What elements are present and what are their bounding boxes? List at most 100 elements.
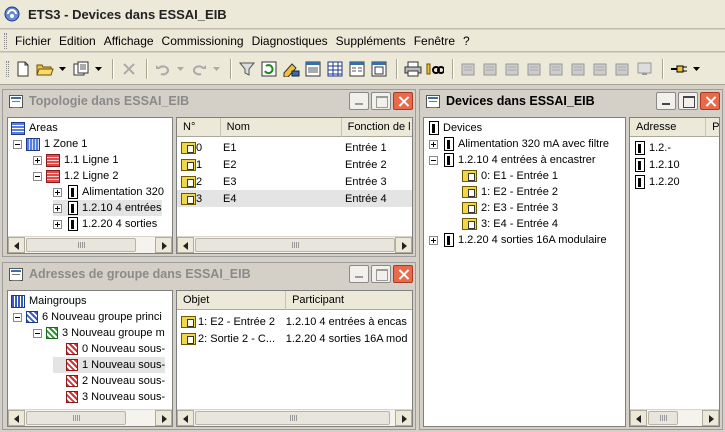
open-dropdown-icon[interactable] (57, 59, 67, 79)
undo-dropdown-icon[interactable] (175, 59, 185, 79)
column-header-p[interactable]: P (706, 118, 719, 137)
horizontal-scrollbar[interactable] (177, 409, 412, 426)
find-icon[interactable] (425, 59, 445, 79)
tree-item-sub-group-selected[interactable]: 1 Nouveau sous- (53, 357, 166, 373)
properties-icon[interactable] (303, 59, 323, 79)
list-view-icon[interactable] (347, 59, 367, 79)
tree-item-device[interactable]: 1.2.20 4 sorties (53, 216, 157, 232)
column-header-participant[interactable]: Participant (286, 291, 412, 310)
table-view-icon[interactable] (325, 59, 345, 79)
column-header-number[interactable]: N° (177, 118, 221, 137)
objects-list[interactable]: N° Nom Fonction de l 0 E1 Entrée 1 1 E2 Entr… (176, 117, 413, 254)
column-header-objet[interactable]: Objet (177, 291, 287, 310)
close-button[interactable] (700, 92, 720, 110)
tree-item-areas[interactable]: Areas (11, 120, 58, 136)
tree-item-devices[interactable]: Devices (427, 120, 482, 136)
tree-item-object[interactable]: 1: E2 - Entrée 2 (462, 184, 558, 200)
tree-item-main-group[interactable]: 6 Nouveau groupe princi (13, 309, 162, 325)
reset-device-icon[interactable] (569, 59, 589, 79)
scroll-right-button[interactable] (155, 410, 172, 426)
scroll-right-button[interactable] (155, 237, 172, 253)
expand-icon[interactable] (429, 139, 438, 149)
devices-window-header[interactable]: Devices dans ESSAI_EIB (420, 90, 722, 112)
devices-address-list[interactable]: Adresse P 1.2.- 1.2.10 1.2.20 (629, 117, 720, 427)
collapse-icon[interactable] (33, 171, 42, 181)
scroll-thumb[interactable] (195, 238, 395, 252)
scroll-thumb[interactable] (26, 411, 126, 425)
menu-fichier[interactable]: Fichier (11, 34, 55, 48)
table-row-selected[interactable]: 3 E4 Entrée 4 (177, 190, 412, 207)
scroll-left-button[interactable] (630, 410, 647, 426)
menu-commissioning[interactable]: Commissioning (158, 34, 248, 48)
tree-item-sub-group[interactable]: 3 Nouveau sous- (53, 389, 165, 405)
device-info-icon[interactable] (591, 59, 611, 79)
tree-item-middle-group[interactable]: 3 Nouveau groupe m (33, 325, 165, 341)
bus-connection-dropdown-icon[interactable] (691, 59, 701, 79)
open-icon[interactable] (35, 59, 55, 79)
edit-parameters-icon[interactable] (281, 59, 301, 79)
minimize-button[interactable] (656, 92, 676, 110)
topology-window[interactable]: Topologie dans ESSAI_EIB Areas 1 Zone 1 … (2, 89, 416, 257)
collapse-icon[interactable] (429, 155, 438, 165)
collapse-icon[interactable] (13, 139, 22, 149)
maximize-button[interactable] (371, 92, 391, 110)
catalog-icon[interactable] (71, 59, 91, 79)
table-row[interactable]: 0 E1 Entrée 1 (177, 139, 412, 156)
minimize-button[interactable] (349, 265, 369, 283)
horizontal-scrollbar[interactable] (630, 409, 719, 426)
topology-tree[interactable]: Areas 1 Zone 1 1.1 Ligne 1 1.2 Ligne 2 A… (7, 117, 173, 254)
catalog-dropdown-icon[interactable] (93, 59, 103, 79)
program-address-icon[interactable] (481, 59, 501, 79)
group-addresses-window-header[interactable]: Adresses de groupe dans ESSAI_EIB (3, 263, 415, 285)
horizontal-scrollbar[interactable] (177, 236, 412, 253)
group-tree[interactable]: Maingroups 6 Nouveau groupe princi 3 Nou… (7, 290, 173, 427)
scroll-left-button[interactable] (177, 237, 194, 253)
tree-item-device[interactable]: Alimentation 320 (53, 184, 164, 200)
tree-item-maingroups[interactable]: Maingroups (11, 293, 86, 309)
maximize-button[interactable] (678, 92, 698, 110)
tree-item-zone-1[interactable]: 1 Zone 1 (13, 136, 87, 152)
scroll-right-button[interactable] (702, 410, 719, 426)
refresh-icon[interactable] (259, 59, 279, 79)
column-header-adresse[interactable]: Adresse (630, 118, 707, 137)
scroll-thumb[interactable] (26, 238, 136, 252)
devices-window[interactable]: Devices dans ESSAI_EIB Devices Alimentat… (419, 89, 723, 430)
toolbar-grip[interactable] (6, 60, 9, 77)
tree-item-device[interactable]: 1.2.10 4 entrées à encastrer (429, 152, 596, 168)
monitor-icon[interactable] (635, 59, 655, 79)
program-partial-icon[interactable] (525, 59, 545, 79)
horizontal-scrollbar[interactable] (8, 236, 172, 253)
column-header-fonction[interactable]: Fonction de l (342, 118, 412, 137)
maximize-button[interactable] (371, 265, 391, 283)
menu-diagnostiques[interactable]: Diagnostiques (248, 34, 332, 48)
expand-icon[interactable] (429, 235, 438, 245)
minimize-button[interactable] (349, 92, 369, 110)
list-item[interactable]: 1.2.- (630, 139, 719, 156)
delete-icon[interactable] (119, 59, 139, 79)
scroll-right-button[interactable] (395, 237, 412, 253)
tree-item-sub-group[interactable]: 0 Nouveau sous- (53, 341, 165, 357)
close-button[interactable] (393, 92, 413, 110)
window-view-icon[interactable] (369, 59, 389, 79)
tree-item-device-selected[interactable]: 1.2.10 4 entrées (53, 200, 162, 216)
expand-icon[interactable] (33, 155, 42, 165)
collapse-icon[interactable] (13, 312, 22, 322)
unload-device-icon[interactable] (547, 59, 567, 79)
tree-item-object[interactable]: 0: E1 - Entrée 1 (462, 168, 558, 184)
scroll-left-button[interactable] (8, 410, 25, 426)
menu-supplements[interactable]: Suppléments (332, 34, 410, 48)
menu-help[interactable]: ? (459, 34, 474, 48)
collapse-icon[interactable] (33, 328, 42, 338)
scroll-thumb[interactable] (648, 411, 678, 425)
scroll-left-button[interactable] (8, 237, 25, 253)
list-item[interactable]: 1.2.20 (630, 173, 719, 190)
column-header-nom[interactable]: Nom (221, 118, 342, 137)
tree-item-ligne-1[interactable]: 1.1 Ligne 1 (33, 152, 118, 168)
redo-icon[interactable] (189, 59, 209, 79)
tree-item-object[interactable]: 3: E4 - Entrée 4 (462, 216, 558, 232)
bus-connection-icon[interactable] (669, 59, 689, 79)
new-icon[interactable] (13, 59, 33, 79)
topology-window-header[interactable]: Topologie dans ESSAI_EIB (3, 90, 415, 112)
list-item[interactable]: 1.2.10 (630, 156, 719, 173)
table-row[interactable]: 1 E2 Entrée 2 (177, 156, 412, 173)
